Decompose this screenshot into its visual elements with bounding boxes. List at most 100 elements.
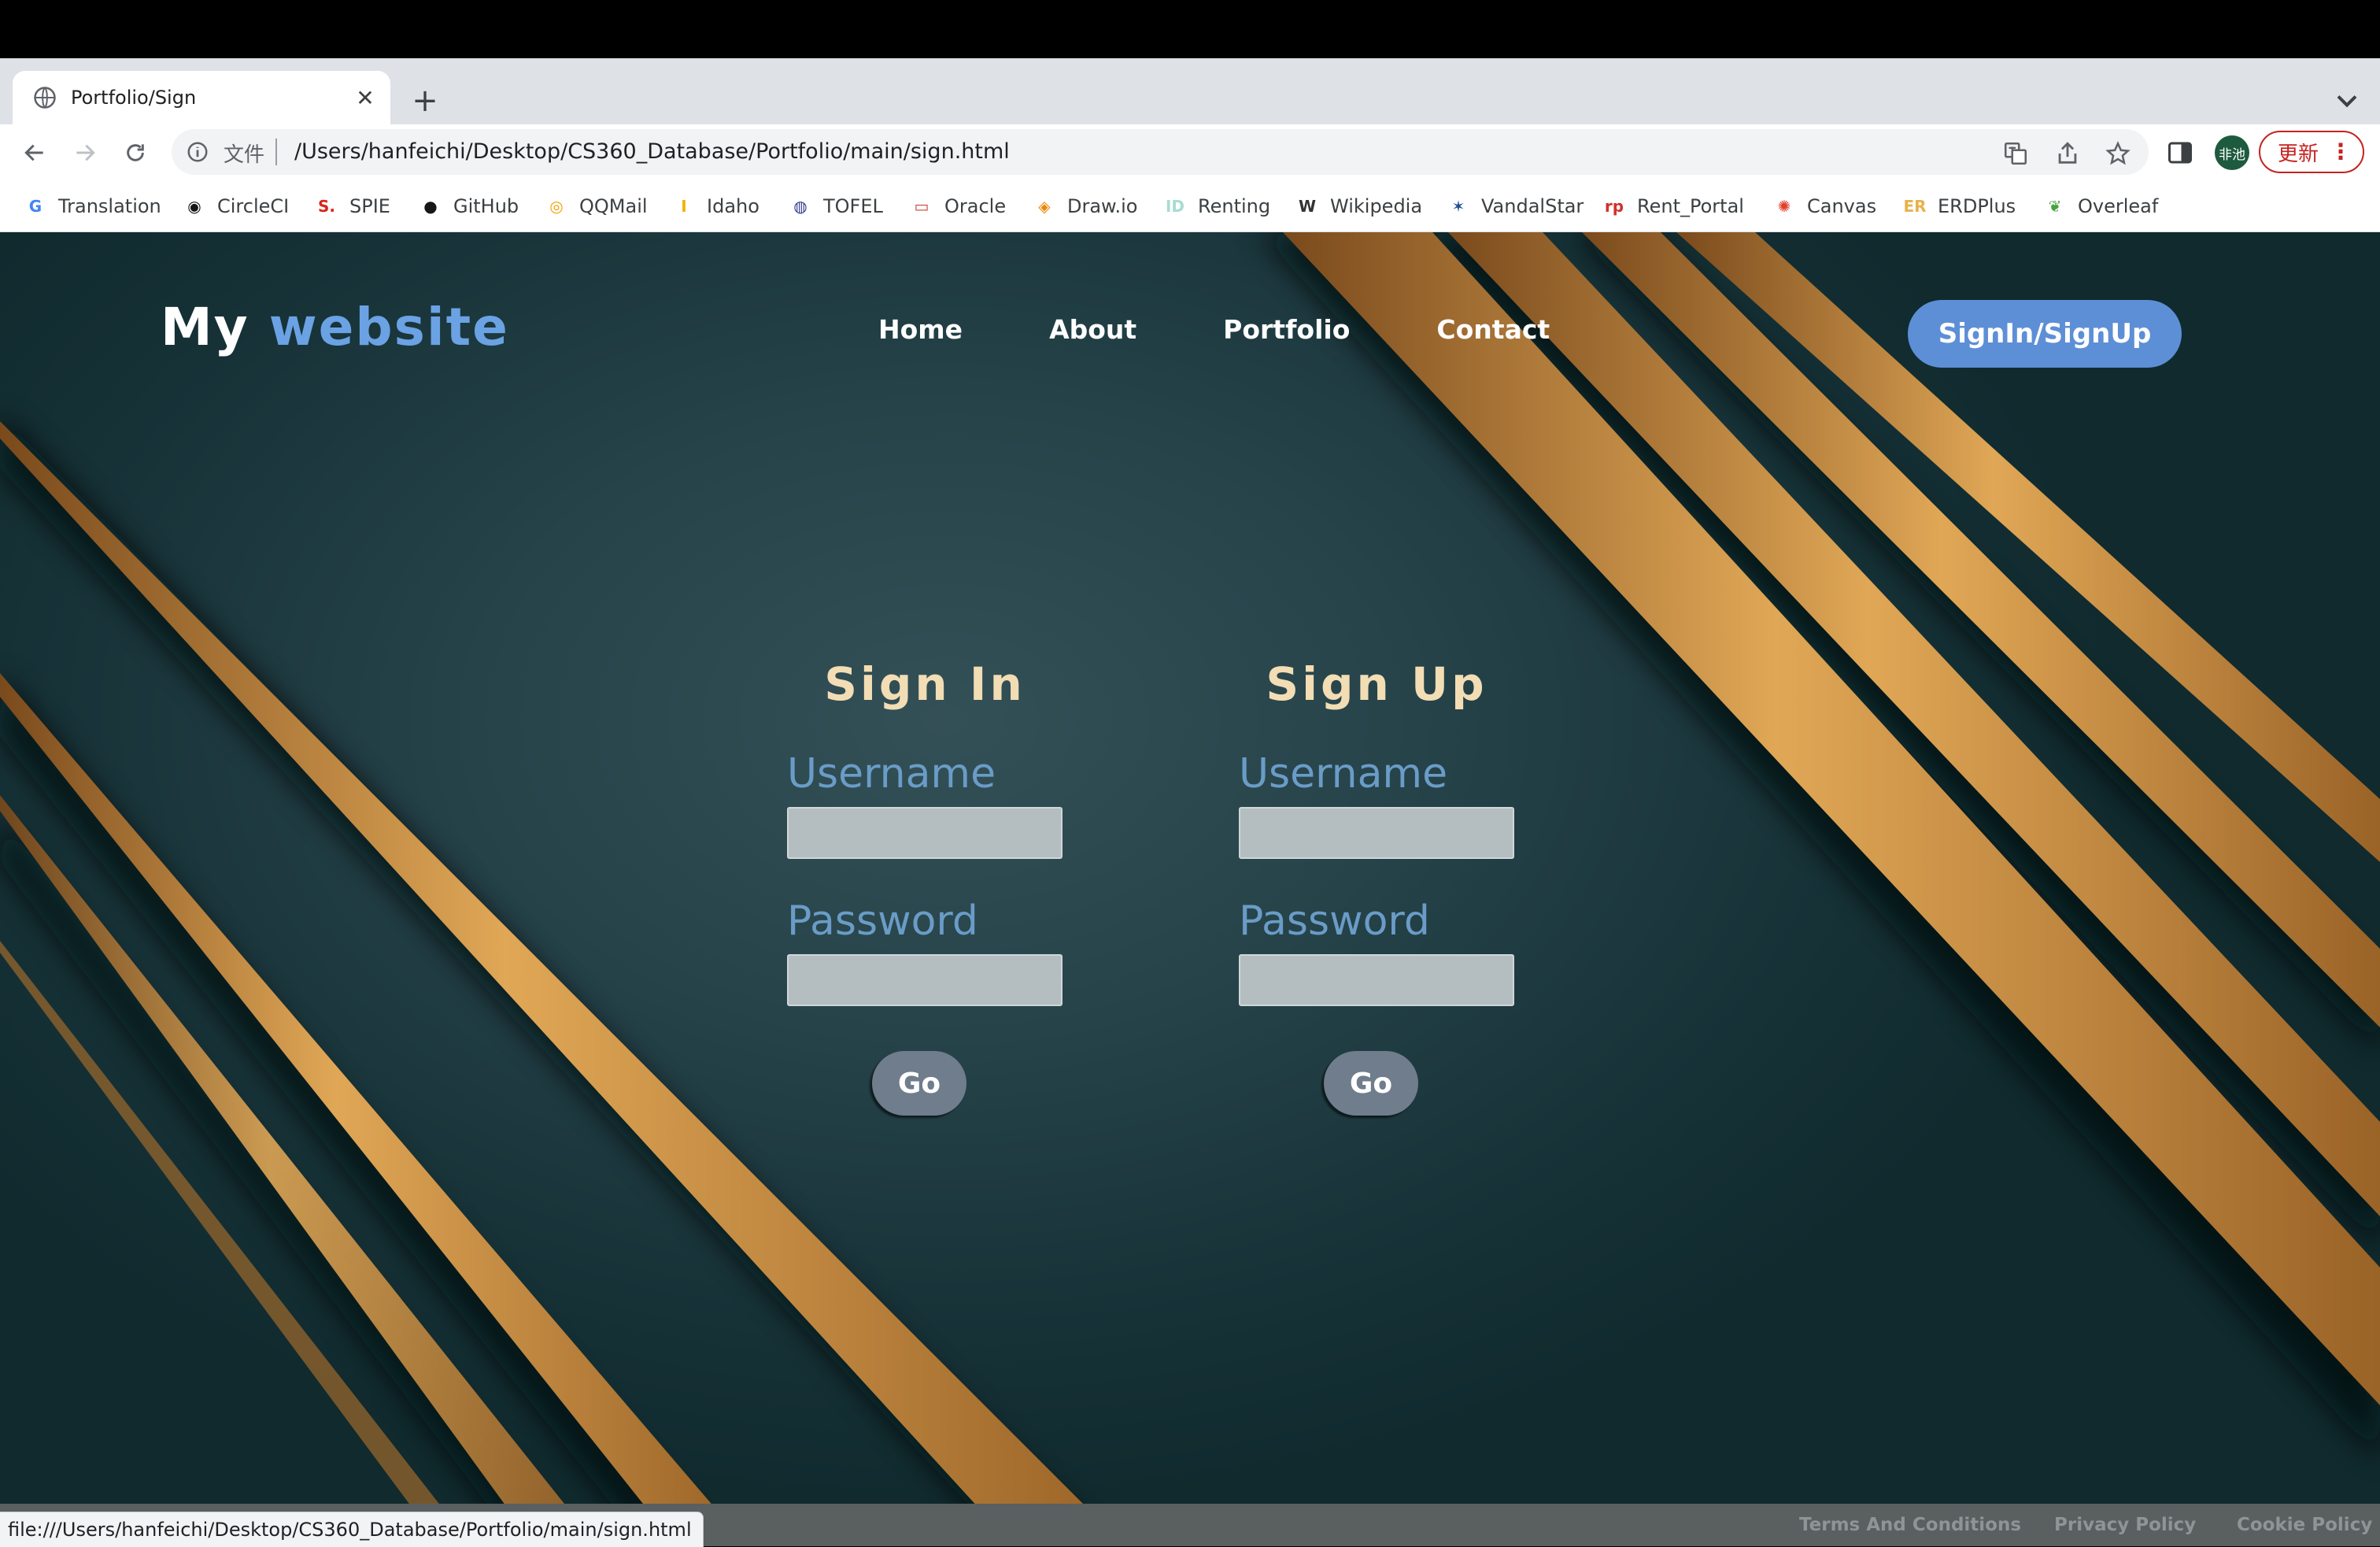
signup-form: Sign Up Username Password Go — [1239, 657, 1514, 1116]
browser-tab[interactable]: Portfolio/Sign ✕ — [13, 71, 390, 124]
update-button[interactable]: 更新 ⋮ — [2259, 131, 2364, 173]
nav-contact[interactable]: Contact — [1436, 314, 1550, 345]
bookmark-label: Renting — [1198, 195, 1271, 217]
bookmark-erdplus[interactable]: ER ERDPlus — [1903, 192, 2016, 220]
chevron-down-icon[interactable] — [2330, 83, 2364, 118]
bookmark-spie[interactable]: S. SPIE — [315, 192, 390, 220]
bookmark-circleci[interactable]: ◉ CircleCI — [183, 192, 289, 220]
divider — [275, 139, 277, 165]
star-icon[interactable] — [2105, 140, 2131, 167]
circleci-icon: ◉ — [187, 197, 201, 216]
signup-go-button[interactable]: Go — [1324, 1051, 1418, 1116]
erdplus-icon: ER — [1903, 197, 1927, 216]
close-icon[interactable]: ✕ — [348, 80, 382, 115]
bookmark-label: VandalStar — [1481, 195, 1584, 217]
bookmark-label: TOFEL — [823, 195, 883, 217]
arrow-right-icon — [76, 144, 95, 161]
tab-title: Portfolio/Sign — [71, 87, 197, 109]
side-panel-icon[interactable] — [2166, 139, 2194, 167]
profile-avatar[interactable]: 非池 — [2215, 135, 2249, 170]
footer-privacy-link[interactable]: Privacy Policy — [2054, 1515, 2196, 1535]
bookmark-label: SPIE — [349, 195, 390, 217]
idaho-icon: I — [681, 197, 687, 216]
bookmark-translation[interactable]: G Translation — [24, 192, 161, 220]
nav-portfolio[interactable]: Portfolio — [1223, 314, 1350, 345]
signin-form: Sign In Username Password Go — [787, 657, 1062, 1116]
bookmark-label: Draw.io — [1067, 195, 1138, 217]
signup-username-input[interactable] — [1239, 807, 1514, 859]
bookmark-label: Translation — [58, 195, 161, 217]
new-tab-button[interactable]: + — [406, 82, 444, 120]
update-label: 更新 — [2278, 142, 2319, 166]
bookmark-label: Canvas — [1807, 195, 1877, 217]
bookmark-oracle[interactable]: ▭ Oracle — [910, 192, 1007, 220]
qqmail-icon: ◎ — [549, 197, 564, 216]
bookmark-label: Wikipedia — [1330, 195, 1423, 217]
bookmark-idaho[interactable]: I Idaho — [672, 192, 759, 220]
bookmark-rent-portal[interactable]: rp Rent_Portal — [1602, 192, 1744, 220]
address-bar[interactable]: 文件 /Users/hanfeichi/Desktop/CS360_Databa… — [172, 129, 2149, 175]
forward-button[interactable] — [65, 132, 105, 173]
scheme-label: 文件 — [224, 143, 265, 167]
renting-icon: ID — [1165, 197, 1185, 216]
bookmark-label: CircleCI — [217, 195, 290, 217]
page-viewport: My website Home About Portfolio Contact … — [0, 232, 2380, 1546]
bookmark-canvas[interactable]: ✺ Canvas — [1772, 192, 1876, 220]
tab-strip: Portfolio/Sign ✕ + — [0, 58, 2380, 124]
info-icon[interactable] — [186, 140, 209, 164]
bookmark-label: ERDPlus — [1938, 195, 2016, 217]
bookmark-overleaf[interactable]: ❦ Overleaf — [2043, 192, 2159, 220]
signin-password-label: Password — [787, 897, 978, 945]
footer-cookie-link[interactable]: Cookie Policy — [2237, 1515, 2372, 1535]
menu-dots-icon: ⋮ — [2330, 139, 2352, 165]
translate-icon[interactable] — [2002, 140, 2029, 167]
nav-about[interactable]: About — [1049, 314, 1136, 345]
background-stripes — [0, 232, 2380, 1546]
spie-icon: S. — [317, 197, 335, 216]
oracle-icon: ▭ — [914, 197, 929, 216]
signin-username-label: Username — [787, 750, 996, 798]
logo-first-word: My — [161, 297, 249, 357]
browser-toolbar: 文件 /Users/hanfeichi/Desktop/CS360_Databa… — [0, 124, 2380, 181]
canvas-icon: ✺ — [1777, 197, 1791, 216]
bookmark-renting[interactable]: ID Renting — [1163, 192, 1270, 220]
github-icon: ● — [423, 197, 438, 216]
tofel-icon: ◍ — [793, 197, 808, 216]
wikipedia-icon: W — [1298, 197, 1317, 216]
back-button[interactable] — [14, 132, 55, 173]
overleaf-icon: ❦ — [2048, 197, 2062, 216]
signin-signup-button[interactable]: SignIn/SignUp — [1908, 300, 2182, 368]
bookmark-github[interactable]: ● GitHub — [419, 192, 519, 220]
signin-password-input[interactable] — [787, 954, 1062, 1006]
bookmark-wikipedia[interactable]: W Wikipedia — [1295, 192, 1422, 220]
footer-terms-link[interactable]: Terms And Conditions — [1799, 1515, 2021, 1535]
site-logo[interactable]: My website — [161, 297, 509, 357]
bookmark-tofel[interactable]: ◍ TOFEL — [789, 192, 883, 220]
main-nav: Home About Portfolio Contact — [878, 314, 1636, 345]
reload-icon — [127, 144, 144, 161]
signin-username-input[interactable] — [787, 807, 1062, 859]
globe-icon — [34, 87, 56, 109]
bookmarks-bar: G Translation ◉ CircleCI S. SPIE ● GitHub ◎ QQMai… — [0, 181, 2380, 232]
signin-go-button[interactable]: Go — [872, 1051, 966, 1116]
share-icon[interactable] — [2054, 140, 2081, 167]
bookmark-draw-io[interactable]: ◈ Draw.io — [1033, 192, 1137, 220]
signup-title: Sign Up — [1266, 657, 1488, 711]
system-top-bar — [0, 0, 2380, 58]
url-text[interactable]: /Users/hanfeichi/Desktop/CS360_Database/… — [294, 139, 1010, 164]
bookmark-qqmail[interactable]: ◎ QQMail — [545, 192, 647, 220]
rent-portal-icon: rp — [1604, 197, 1624, 216]
bookmark-label: Rent_Portal — [1637, 195, 1744, 217]
reload-button[interactable] — [115, 132, 156, 173]
vandalstar-icon: ✶ — [1451, 197, 1465, 216]
drawio-icon: ◈ — [1038, 197, 1051, 216]
signup-password-input[interactable] — [1239, 954, 1514, 1006]
status-url-bubble: file:///Users/hanfeichi/Desktop/CS360_Da… — [0, 1512, 704, 1547]
bookmark-label: Overleaf — [2078, 195, 2159, 217]
bookmark-label: GitHub — [453, 195, 519, 217]
signup-password-label: Password — [1239, 897, 1430, 945]
bookmark-vandalstar[interactable]: ✶ VandalStar — [1447, 192, 1584, 220]
nav-home[interactable]: Home — [878, 314, 963, 345]
google-translate-icon: G — [28, 197, 42, 216]
signin-title: Sign In — [824, 657, 1026, 711]
